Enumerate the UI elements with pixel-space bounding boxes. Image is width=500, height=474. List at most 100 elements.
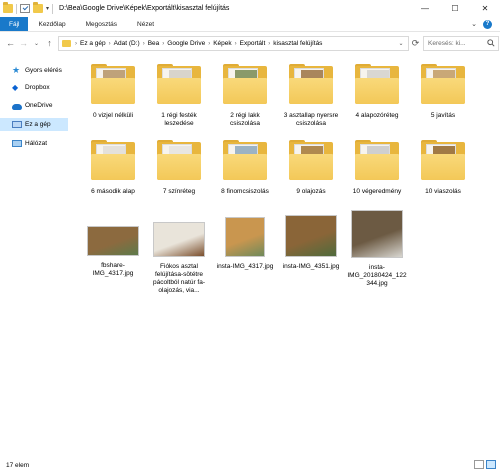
recent-locations-chevron-icon[interactable]: ⌄: [30, 40, 43, 47]
folder-name: 2 régi lakk csiszolása: [230, 112, 260, 127]
sidebar-item-this-pc[interactable]: Ez a gép: [0, 118, 68, 131]
window-title: D:\Bea\Google Drive\Képek\Exportált\kisa…: [59, 5, 230, 12]
breadcrumb-google-drive[interactable]: Google Drive: [167, 40, 205, 47]
folder-item[interactable]: 8 finomcsiszolás: [215, 138, 275, 208]
expand-ribbon-chevron-icon[interactable]: ⌄: [471, 20, 477, 28]
file-item[interactable]: insta-IMG_20180424_122344.jpg: [347, 204, 407, 299]
folder-icon: [421, 140, 465, 180]
new-folder-icon[interactable]: [33, 2, 43, 13]
file-item[interactable]: insta-IMG_4351.jpg: [281, 204, 341, 299]
folder-name: 3 asztallap nyersre csiszolása: [283, 112, 339, 127]
breadcrumb-separator[interactable]: ›: [162, 41, 164, 47]
quick-access-toolbar: ▾: [0, 0, 54, 17]
file-name: fbshare-IMG_4317.jpg: [92, 262, 134, 277]
folder-icon[interactable]: [3, 2, 13, 13]
folder-name: 8 finomcsiszolás: [221, 188, 269, 195]
help-icon[interactable]: ?: [483, 19, 492, 29]
breadcrumb-bea[interactable]: Bea: [148, 40, 160, 47]
folder-icon: [289, 140, 333, 180]
view-switcher: [474, 460, 496, 469]
folder-item[interactable]: 1 régi festék leszedése: [149, 62, 209, 132]
properties-icon[interactable]: [20, 4, 30, 13]
folder-item[interactable]: 3 asztallap nyersre csiszolása: [281, 62, 341, 132]
tab-view[interactable]: Nézet: [127, 17, 164, 31]
sidebar-item-network[interactable]: Hálózat: [0, 137, 68, 150]
sidebar-item-onedrive[interactable]: OneDrive: [0, 99, 68, 112]
folder-item[interactable]: 10 végeredmény: [347, 138, 407, 208]
navigation-pane: ★ Gyors elérés ◆ Dropbox OneDrive Ez a g…: [0, 56, 68, 456]
sidebar-item-label: Gyors elérés: [25, 67, 62, 74]
breadcrumb-current-folder[interactable]: kisasztal felújítás: [273, 40, 322, 47]
folder-item[interactable]: 2 régi lakk csiszolása: [215, 62, 275, 132]
tab-home[interactable]: Kezdőlap: [28, 17, 75, 31]
tab-share[interactable]: Megosztás: [76, 17, 127, 31]
sidebar-item-label: Ez a gép: [25, 121, 51, 128]
divider: [52, 3, 54, 14]
details-view-icon[interactable]: [474, 460, 484, 469]
folder-icon: [223, 64, 267, 104]
network-icon: [12, 140, 22, 147]
close-button[interactable]: ✕: [470, 0, 500, 17]
file-list-area[interactable]: 0 vizjel nélküli 1 régi festék leszedése 2…: [70, 56, 500, 456]
breadcrumb-this-pc[interactable]: Ez a gép: [80, 40, 106, 47]
folder-icon: [289, 64, 333, 104]
file-name: insta-IMG_20180424_122344.jpg: [347, 264, 407, 287]
folder-item[interactable]: 4 alapozóréteg: [347, 62, 407, 132]
folder-name: 10 végeredmény: [352, 188, 402, 195]
image-thumbnail: [225, 217, 265, 257]
image-thumbnail: [153, 222, 205, 257]
folder-item[interactable]: 6 második alap: [83, 138, 143, 208]
sidebar-item-label: Hálózat: [25, 140, 48, 147]
breadcrumb-separator[interactable]: ›: [143, 41, 145, 47]
file-name: insta-IMG_4351.jpg: [282, 263, 340, 270]
title-bar: ▾ D:\Bea\Google Drive\Képek\Exportált\ki…: [0, 0, 500, 17]
large-icons-view-icon[interactable]: [486, 460, 496, 469]
tab-file[interactable]: Fájl: [0, 17, 29, 31]
search-input[interactable]: Keresés: ki...: [423, 36, 499, 51]
breadcrumb-separator: ›: [75, 40, 77, 47]
folder-icon: [355, 140, 399, 180]
sidebar-item-label: OneDrive: [25, 102, 53, 109]
folder-icon: [91, 140, 135, 180]
breadcrumb-separator[interactable]: ›: [109, 41, 111, 47]
status-bar: 17 elem: [0, 456, 500, 474]
folder-name: 4 alapozóréteg: [355, 112, 399, 119]
file-item[interactable]: fbshare-IMG_4317.jpg: [83, 204, 143, 299]
item-count: 17 elem: [6, 461, 30, 469]
folder-icon: [355, 64, 399, 104]
sidebar-item-quick-access[interactable]: ★ Gyors elérés: [0, 64, 68, 77]
breadcrumb-exportalt[interactable]: Exportált: [240, 40, 266, 47]
folder-item[interactable]: 9 olajozás: [281, 138, 341, 208]
folder-item[interactable]: 5 javítás: [413, 62, 473, 132]
breadcrumb-separator[interactable]: ›: [208, 41, 210, 47]
refresh-icon[interactable]: ⟳: [409, 36, 422, 51]
sidebar-item-dropbox[interactable]: ◆ Dropbox: [0, 81, 68, 94]
customize-toolbar-chevron-icon[interactable]: ▾: [46, 5, 49, 12]
breadcrumb-kepek[interactable]: Képek: [213, 40, 231, 47]
forward-button[interactable]: →: [17, 38, 30, 48]
file-item[interactable]: Fiókos asztal felújítása-sötétre pácoltb…: [149, 204, 209, 299]
folder-name: 5 javítás: [430, 112, 456, 119]
divider: [16, 3, 17, 14]
back-button[interactable]: ←: [4, 38, 17, 48]
breadcrumb-separator[interactable]: ›: [268, 41, 270, 47]
sidebar-item-label: Dropbox: [25, 84, 50, 91]
breadcrumb-separator[interactable]: ›: [235, 41, 237, 47]
up-button[interactable]: ↑: [43, 38, 56, 48]
folder-item[interactable]: 0 vizjel nélküli: [83, 62, 143, 132]
folder-item[interactable]: 10 viaszolás: [413, 138, 473, 208]
folder-icon: [421, 64, 465, 104]
folder-name: 10 viaszolás: [425, 188, 461, 195]
folder-icon: [157, 64, 201, 104]
folder-icon: [223, 140, 267, 180]
image-thumbnail: [285, 215, 337, 257]
maximize-button[interactable]: ☐: [440, 0, 470, 17]
file-item[interactable]: insta-IMG_4317.jpg: [215, 204, 275, 299]
breadcrumb-drive-d[interactable]: Adat (D:): [114, 40, 140, 47]
address-history-chevron-icon[interactable]: ⌄: [394, 36, 408, 51]
address-bar[interactable]: › Ez a gép › Adat (D:) › Bea › Google Dr…: [58, 36, 409, 51]
folder-item[interactable]: 7 színréteg: [149, 138, 209, 208]
star-icon: ★: [12, 65, 21, 75]
minimize-button[interactable]: —: [410, 0, 440, 17]
search-icon: [487, 39, 495, 47]
